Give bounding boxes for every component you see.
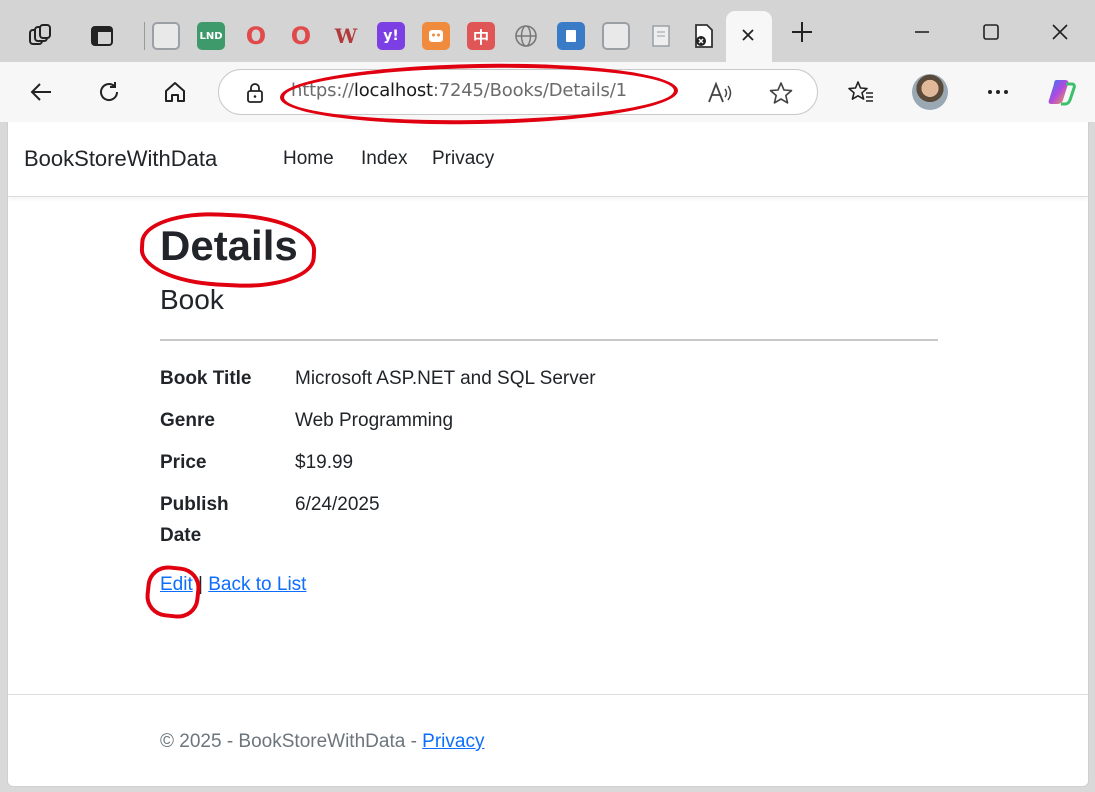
favorites-icon[interactable] <box>841 72 881 112</box>
url-scheme: https:// <box>291 80 354 101</box>
divider <box>160 339 938 341</box>
lnd-favicon[interactable]: LND <box>197 22 225 50</box>
footer-text: © 2025 - BookStoreWithData - Privacy <box>160 731 484 753</box>
new-tab-icon[interactable] <box>782 16 822 48</box>
profile-avatar[interactable] <box>912 74 948 110</box>
opera-favicon[interactable]: O <box>287 22 315 50</box>
robot-favicon[interactable] <box>422 22 450 50</box>
refresh-icon[interactable] <box>89 72 129 112</box>
file-favicon[interactable] <box>647 22 675 50</box>
zhong-favicon[interactable]: 中 <box>467 22 495 50</box>
field-label-book-title: Book Title <box>160 368 252 389</box>
browser-toolbar: https://localhost:7245/Books/Details/1 <box>0 62 1095 122</box>
close-tab-icon[interactable] <box>738 25 758 50</box>
edit-link[interactable]: Edit <box>160 574 193 595</box>
field-label-publish-date: Publish Date <box>160 494 229 546</box>
site-footer: © 2025 - BookStoreWithData - Privacy <box>8 694 1088 786</box>
url-host: localhost <box>353 80 433 101</box>
field-label-genre: Genre <box>160 410 215 431</box>
back-icon[interactable] <box>22 72 62 112</box>
site-navbar: BookStoreWithData Home Index Privacy <box>8 122 1088 197</box>
tab-actions-icon[interactable] <box>88 22 116 50</box>
page-title: Details <box>160 222 298 269</box>
footer-privacy-link[interactable]: Privacy <box>422 731 484 752</box>
minimize-icon[interactable] <box>902 16 942 48</box>
workspaces-icon[interactable] <box>26 22 54 50</box>
nav-link-privacy[interactable]: Privacy <box>432 148 494 170</box>
maximize-icon[interactable] <box>971 16 1011 48</box>
lock-icon[interactable] <box>245 82 265 109</box>
field-label-price: Price <box>160 452 207 473</box>
tab-separator <box>144 22 145 50</box>
footer-copyright: © 2025 - BookStoreWithData - <box>160 731 423 752</box>
yahoo-favicon[interactable]: y! <box>377 22 405 50</box>
field-value-publish-date: 6/24/2025 <box>295 494 380 515</box>
url-text[interactable]: https://localhost:7245/Books/Details/1 <box>291 80 627 101</box>
site-favicon[interactable] <box>152 22 180 50</box>
nav-link-index[interactable]: Index <box>361 148 407 170</box>
action-links: Edit | Back to List <box>160 574 306 596</box>
favorite-star-icon[interactable] <box>768 80 794 111</box>
link-separator: | <box>198 574 203 595</box>
active-tab[interactable] <box>726 11 772 62</box>
read-aloud-icon[interactable] <box>707 81 733 110</box>
globe-favicon[interactable] <box>512 22 540 50</box>
navbar-brand[interactable]: BookStoreWithData <box>24 146 217 172</box>
site-favicon[interactable] <box>602 22 630 50</box>
field-value-genre: Web Programming <box>295 410 454 431</box>
home-icon[interactable] <box>155 72 195 112</box>
copilot-icon[interactable] <box>1042 72 1082 112</box>
more-options-icon[interactable] <box>978 72 1018 112</box>
field-value-price: $19.99 <box>295 452 354 473</box>
nav-link-home[interactable]: Home <box>283 148 334 170</box>
tab-strip: LND O O W y! 中 <box>0 0 1095 62</box>
close-window-icon[interactable] <box>1040 16 1080 48</box>
page-subtitle: Book <box>160 284 224 315</box>
doc-favicon[interactable] <box>557 22 585 50</box>
error-file-favicon[interactable] <box>690 22 718 50</box>
field-value-book-title: Microsoft ASP.NET and SQL Server <box>295 368 596 389</box>
address-bar[interactable]: https://localhost:7245/Books/Details/1 <box>218 69 818 115</box>
back-to-list-link[interactable]: Back to List <box>208 574 306 595</box>
web-page: BookStoreWithData Home Index Privacy Det… <box>7 122 1089 787</box>
url-path: :7245/Books/Details/1 <box>432 80 627 101</box>
w-favicon[interactable]: W <box>332 22 360 50</box>
opera-favicon[interactable]: O <box>242 22 270 50</box>
